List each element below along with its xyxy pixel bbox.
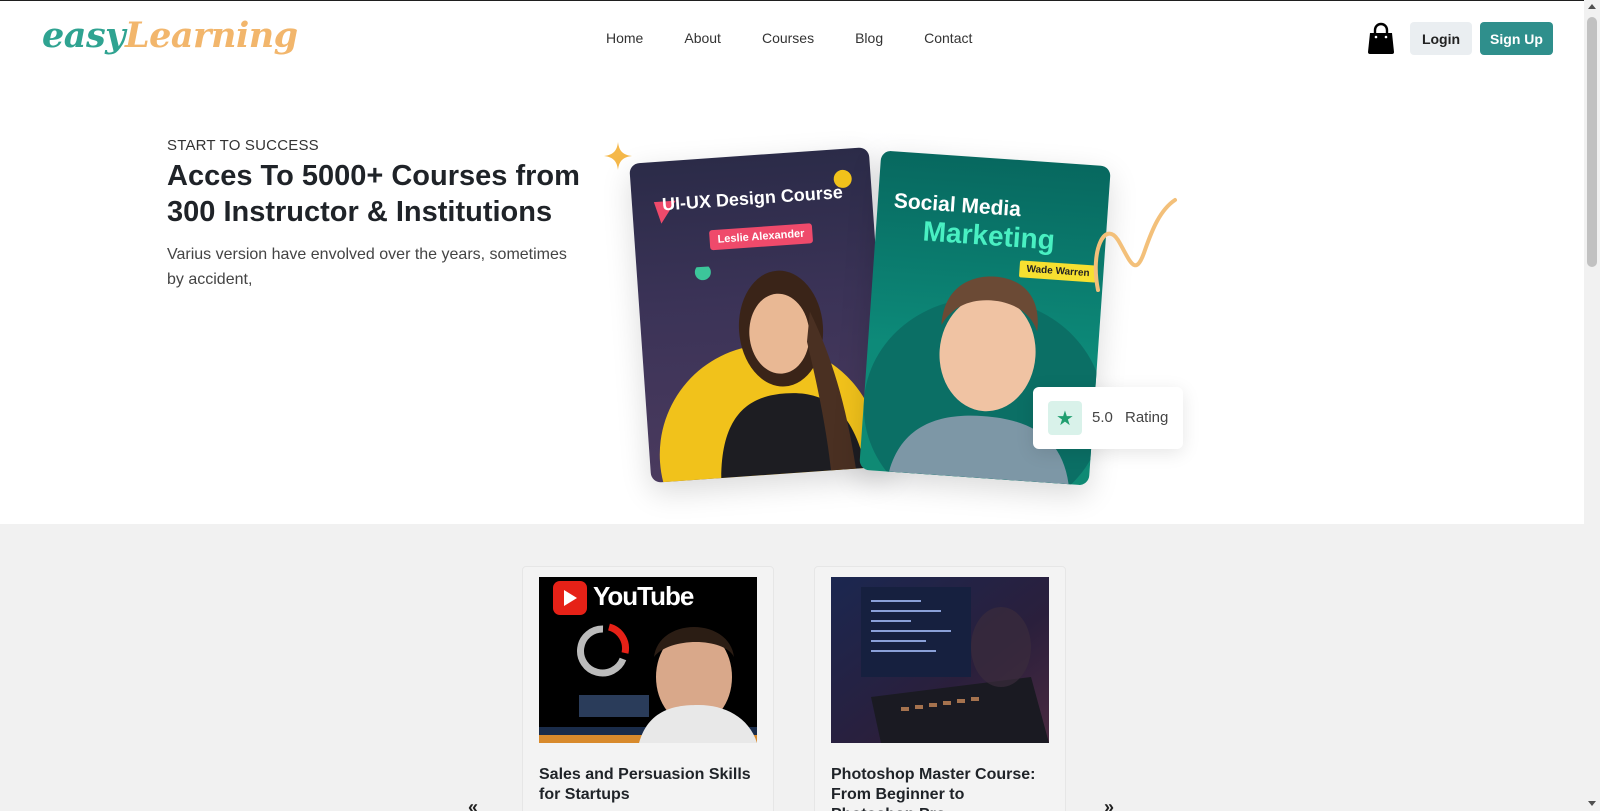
page-scrollbar[interactable] <box>1584 0 1600 811</box>
brand-logo[interactable]: easyLearning <box>42 15 298 56</box>
hero-title: Acces To 5000+ Courses from 300 Instruct… <box>167 160 580 228</box>
brand-logo-part1: easy <box>42 15 126 56</box>
nav-item-contact[interactable]: Contact <box>924 30 972 46</box>
hero-eyebrow: START TO SUCCESS <box>167 137 319 154</box>
main-nav: Home About Courses Blog Contact <box>606 30 972 46</box>
star-icon: ★ <box>1048 401 1082 435</box>
rating-label: Rating <box>1125 409 1169 426</box>
scroll-up-arrow-icon[interactable] <box>1588 4 1596 9</box>
course-title[interactable]: Sales and Persuasion Skills for Startups <box>539 765 759 805</box>
nav-item-blog[interactable]: Blog <box>855 30 883 46</box>
squiggle-decoration <box>1093 198 1177 292</box>
nav-item-courses[interactable]: Courses <box>762 30 814 46</box>
hero-illustration: UI-UX Design Course Leslie Alexander Soc… <box>600 130 1220 510</box>
course-title[interactable]: Photoshop Master Course: From Beginner t… <box>831 765 1051 811</box>
course-thumbnail <box>831 577 1049 743</box>
shopping-bag-icon[interactable] <box>1367 22 1395 54</box>
youtube-wordmark: YouTube <box>593 581 694 611</box>
rating-badge: ★ 5.0 Rating <box>1033 387 1183 449</box>
scrollbar-thumb[interactable] <box>1587 17 1597 267</box>
nav-item-home[interactable]: Home <box>606 30 643 46</box>
carousel-prev-button[interactable]: « <box>468 797 478 811</box>
scroll-down-arrow-icon[interactable] <box>1588 801 1596 806</box>
brand-logo-part2: Learning <box>125 15 298 56</box>
signup-button[interactable]: Sign Up <box>1480 22 1553 55</box>
sparkle-icon <box>604 142 632 170</box>
login-button[interactable]: Login <box>1410 22 1472 55</box>
course-card[interactable]: YouTube Sales and Persuasion Skills for … <box>522 566 774 811</box>
course-card[interactable]: Photoshop Master Course: From Beginner t… <box>814 566 1066 811</box>
rating-value: 5.0 <box>1092 409 1113 426</box>
course-thumbnail: YouTube <box>539 577 757 743</box>
course-card-ux[interactable]: UI-UX Design Course Leslie Alexander <box>629 147 891 483</box>
carousel-next-button[interactable]: » <box>1104 797 1114 811</box>
hero-subtitle: Varius version have envolved over the ye… <box>167 246 567 288</box>
courses-section: YouTube Sales and Persuasion Skills for … <box>0 524 1584 811</box>
nav-item-about[interactable]: About <box>684 30 721 46</box>
site-header: easyLearning Home About Courses Blog Con… <box>0 1 1584 79</box>
